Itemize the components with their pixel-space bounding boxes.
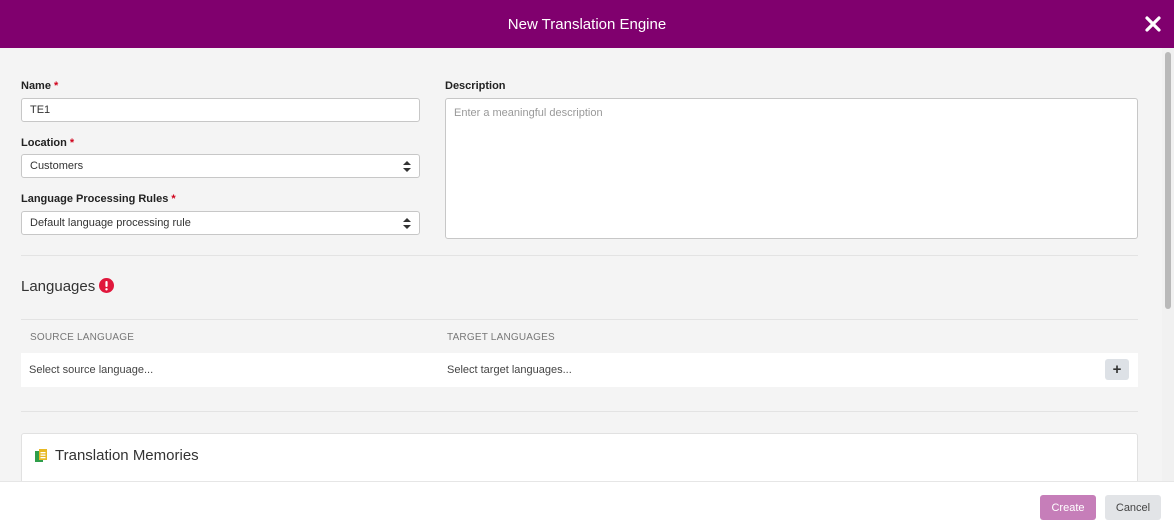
description-label: Description xyxy=(445,80,506,92)
name-input-value: TE1 xyxy=(30,104,51,116)
description-placeholder: Enter a meaningful description xyxy=(454,107,603,119)
lpr-label-text: Language Processing Rules xyxy=(21,193,169,205)
sort-arrows-icon xyxy=(403,160,411,172)
translation-memories-card: Translation Memories xyxy=(21,433,1138,481)
create-button[interactable]: Create xyxy=(1040,495,1096,520)
lpr-select[interactable]: Default language processing rule xyxy=(21,211,420,235)
location-label: Location * xyxy=(21,137,74,149)
source-language-select[interactable]: Select source language... xyxy=(29,364,153,376)
sort-arrows-icon xyxy=(403,217,411,229)
dialog-title: New Translation Engine xyxy=(507,15,667,33)
name-required-mark: * xyxy=(53,80,59,92)
dialog-header: New Translation Engine xyxy=(0,0,1174,48)
location-select[interactable]: Customers xyxy=(21,154,420,178)
lpr-label: Language Processing Rules * xyxy=(21,193,176,205)
description-textarea[interactable]: Enter a meaningful description xyxy=(445,98,1138,239)
language-row: Select source language... Select target … xyxy=(21,353,1138,387)
description-label-text: Description xyxy=(445,80,506,92)
section-divider xyxy=(21,411,1138,412)
name-label-text: Name xyxy=(21,80,51,92)
source-language-header: SOURCE LANGUAGE xyxy=(30,332,135,343)
vertical-scrollbar[interactable] xyxy=(1162,48,1174,481)
scrollbar-thumb[interactable] xyxy=(1165,52,1171,309)
exclamation-circle-icon xyxy=(99,278,114,293)
add-language-pair-button[interactable]: + xyxy=(1105,359,1129,380)
name-label: Name * xyxy=(21,80,58,92)
location-label-text: Location xyxy=(21,137,67,149)
close-icon[interactable] xyxy=(1144,15,1162,33)
lpr-required-mark: * xyxy=(171,193,176,205)
location-select-value: Customers xyxy=(30,160,84,172)
languages-title: Languages xyxy=(21,278,96,295)
name-input[interactable]: TE1 xyxy=(21,98,420,122)
plus-icon: + xyxy=(1112,361,1122,378)
location-required-mark: * xyxy=(69,137,75,149)
translation-memory-icon xyxy=(35,449,47,462)
dialog-footer: Create Cancel xyxy=(0,481,1174,529)
translation-memories-title: Translation Memories xyxy=(55,447,199,464)
target-languages-header: TARGET LANGUAGES xyxy=(447,332,555,343)
cancel-button[interactable]: Cancel xyxy=(1105,495,1161,520)
section-divider xyxy=(21,255,1138,256)
lpr-select-value: Default language processing rule xyxy=(30,217,191,229)
dialog-content: Name * TE1 Location * Customers Language P… xyxy=(0,48,1162,481)
languages-header-divider xyxy=(21,319,1138,320)
target-languages-select[interactable]: Select target languages... xyxy=(447,364,572,376)
